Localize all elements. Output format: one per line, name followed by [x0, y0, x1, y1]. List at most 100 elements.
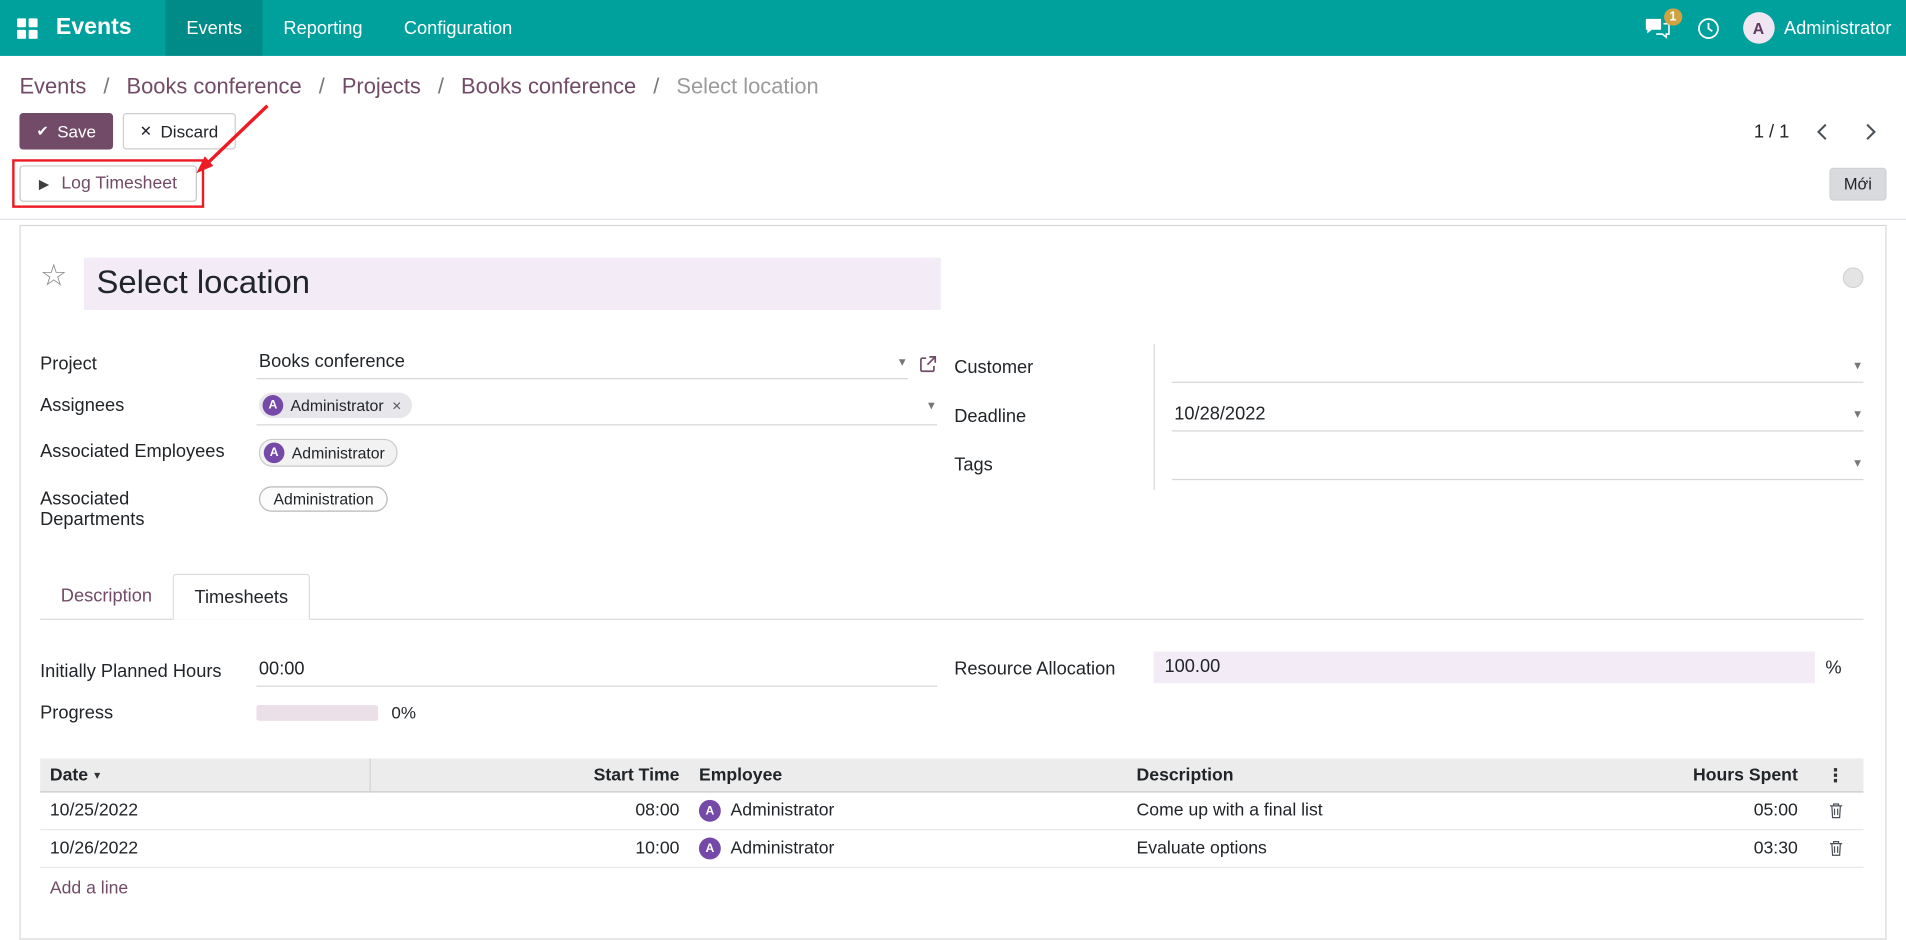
pager-next-button[interactable]: [1855, 117, 1887, 145]
column-header-start-time[interactable]: Start Time: [371, 766, 689, 785]
apps-grid-icon: [16, 18, 37, 39]
favorite-star-icon[interactable]: ☆: [40, 258, 67, 294]
add-a-line-link[interactable]: Add a line: [40, 868, 1863, 909]
associated-employees-field: A Administrator: [256, 438, 937, 473]
apps-menu-button[interactable]: [0, 0, 53, 56]
tab-timesheets[interactable]: Timesheets: [173, 574, 310, 620]
delete-row-button[interactable]: [1808, 840, 1864, 857]
deadline-field[interactable]: 10/28/2022 ▾: [1172, 402, 1864, 431]
column-header-employee[interactable]: Employee: [689, 766, 1127, 785]
cell-start-time[interactable]: 10:00: [371, 839, 689, 858]
employee-avatar: A: [699, 838, 721, 860]
field-groups: Project Books conference ▾ Ass: [40, 344, 1863, 536]
table-row[interactable]: 10/25/2022 08:00 A Administrator Come up…: [40, 793, 1863, 831]
employee-name: Administrator: [731, 801, 835, 820]
breadcrumb-events[interactable]: Events: [19, 74, 86, 98]
project-field-row: Project Books conference ▾: [40, 344, 937, 385]
external-link-icon[interactable]: [919, 355, 937, 379]
cell-employee[interactable]: A Administrator: [689, 838, 1127, 860]
assignees-label: Assignees: [40, 391, 256, 415]
project-field[interactable]: Books conference ▾: [256, 350, 908, 379]
menu-configuration[interactable]: Configuration: [383, 0, 533, 56]
check-icon: ✔: [36, 122, 48, 141]
cell-start-time[interactable]: 08:00: [371, 801, 689, 820]
cell-hours-spent[interactable]: 05:00: [1625, 801, 1807, 820]
log-timesheet-label: Log Timesheet: [61, 174, 177, 193]
customer-value[interactable]: [1174, 355, 1847, 376]
column-options-icon[interactable]: ⋮: [1808, 765, 1864, 787]
date-header-label: Date: [50, 766, 88, 785]
project-value[interactable]: Books conference: [259, 351, 892, 372]
cell-employee[interactable]: A Administrator: [689, 800, 1127, 822]
departments-empty-space: [388, 489, 935, 510]
dropdown-caret-icon[interactable]: ▾: [899, 354, 906, 370]
resource-allocation-input[interactable]: 100.00: [1154, 652, 1815, 684]
menu-reporting[interactable]: Reporting: [263, 0, 383, 56]
breadcrumb: Events / Books conference / Projects / B…: [0, 56, 1906, 103]
remove-tag-icon[interactable]: ×: [392, 397, 401, 413]
save-button[interactable]: ✔ Save: [19, 113, 113, 149]
pager-previous-button[interactable]: [1806, 117, 1838, 145]
table-row[interactable]: 10/26/2022 10:00 A Administrator Evaluat…: [40, 830, 1863, 868]
topbar: Events Events Reporting Configuration 1 …: [0, 0, 1906, 56]
discard-button[interactable]: ✕ Discard: [123, 113, 235, 149]
annotation-highlight-box: ▶ Log Timesheet: [12, 159, 204, 208]
breadcrumb-current: Select location: [676, 74, 818, 98]
department-tag[interactable]: Administration: [259, 486, 388, 512]
breadcrumb-projects[interactable]: Projects: [342, 74, 421, 98]
tags-value[interactable]: [1174, 452, 1847, 473]
breadcrumb-books-conference-2[interactable]: Books conference: [461, 74, 636, 98]
control-panel: ✔ Save ✕ Discard 1 / 1: [0, 103, 1906, 156]
planned-hours-field-row: Initially Planned Hours 00:00: [40, 652, 937, 693]
dropdown-caret-icon[interactable]: ▾: [1854, 455, 1861, 471]
page: Events Events Reporting Configuration 1 …: [0, 0, 1906, 912]
breadcrumb-separator: /: [103, 74, 109, 98]
customer-field[interactable]: ▾: [1172, 354, 1864, 383]
discard-button-label: Discard: [161, 122, 219, 141]
cell-description[interactable]: Evaluate options: [1127, 839, 1625, 858]
cell-date[interactable]: 10/26/2022: [40, 839, 371, 858]
tags-field[interactable]: ▾: [1172, 451, 1864, 480]
deadline-value[interactable]: 10/28/2022: [1174, 404, 1847, 425]
progress-label: Progress: [40, 699, 256, 723]
task-title-input[interactable]: Select location: [84, 258, 941, 310]
column-header-date[interactable]: Date ▾: [40, 759, 371, 793]
activities-button[interactable]: [1683, 0, 1733, 56]
assignee-tag[interactable]: A Administrator ×: [259, 393, 412, 419]
tab-description[interactable]: Description: [40, 574, 173, 620]
assignees-field[interactable]: A Administrator × ▾: [256, 391, 937, 425]
action-row: ▶ Log Timesheet Mới: [0, 157, 1906, 220]
menu-events[interactable]: Events: [166, 0, 263, 56]
cell-date[interactable]: 10/25/2022: [40, 801, 371, 820]
employee-tag[interactable]: A Administrator: [259, 439, 397, 467]
dropdown-caret-icon[interactable]: ▾: [1854, 357, 1861, 373]
notebook-tabs: Description Timesheets: [40, 573, 1863, 620]
delete-row-button[interactable]: [1808, 802, 1864, 819]
pager-value[interactable]: 1 / 1: [1754, 121, 1789, 142]
play-icon: ▶: [39, 176, 49, 192]
timesheet-table: Date ▾ Start Time Employee Description H…: [40, 759, 1863, 910]
cell-description[interactable]: Come up with a final list: [1127, 801, 1625, 820]
top-menu: Events Reporting Configuration: [166, 0, 533, 56]
user-menu[interactable]: A Administrator: [1733, 12, 1891, 44]
log-timesheet-button[interactable]: ▶ Log Timesheet: [19, 165, 196, 201]
employee-name: Administrator: [731, 839, 835, 858]
dropdown-caret-icon[interactable]: ▾: [1854, 406, 1861, 422]
deadline-label: Deadline: [954, 393, 1153, 427]
column-header-description[interactable]: Description: [1127, 766, 1625, 785]
activity-indicator[interactable]: [1843, 267, 1864, 288]
status-badge[interactable]: Mới: [1829, 167, 1886, 200]
dropdown-caret-icon[interactable]: ▾: [928, 397, 935, 413]
cell-hours-spent[interactable]: 03:30: [1625, 839, 1807, 858]
associated-employees-label: Associated Employees: [40, 438, 256, 462]
project-label: Project: [40, 350, 256, 374]
assignee-tag-label: Administrator: [291, 396, 384, 414]
progress-value: 0%: [391, 703, 416, 722]
planned-hours-field[interactable]: 00:00: [256, 658, 937, 687]
deadline-field-row: Deadline 10/28/2022 ▾: [954, 393, 1863, 442]
breadcrumb-books-conference[interactable]: Books conference: [127, 74, 302, 98]
planned-hours-value[interactable]: 00:00: [259, 659, 935, 680]
column-header-hours-spent[interactable]: Hours Spent: [1625, 766, 1807, 785]
messages-button[interactable]: 1: [1631, 0, 1683, 56]
employee-tag-label: Administrator: [292, 444, 385, 462]
